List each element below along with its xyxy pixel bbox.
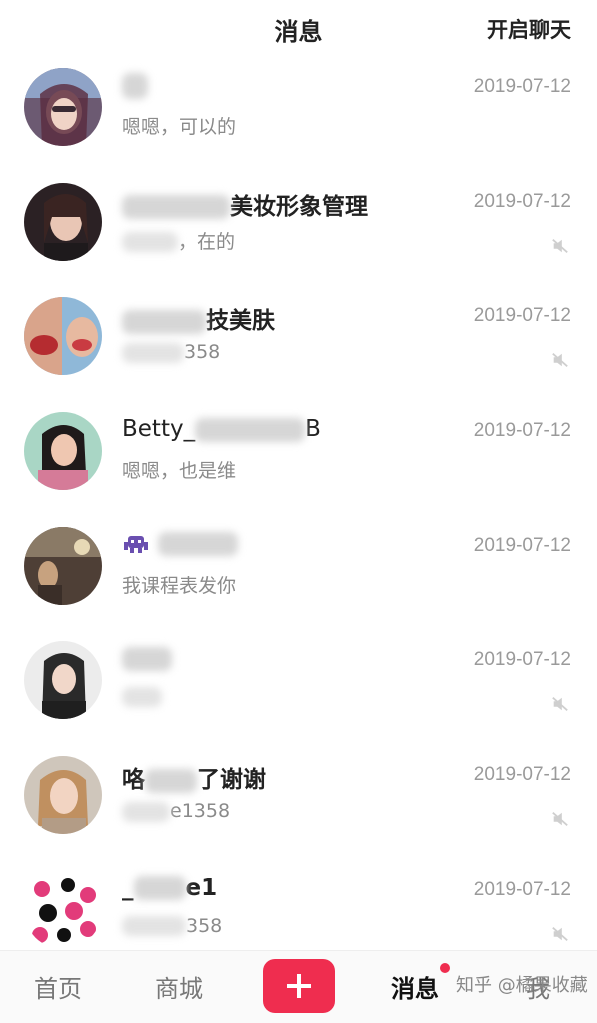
avatar xyxy=(24,297,102,376)
redacted-name xyxy=(122,72,148,99)
conversation-row[interactable]: 咯了谢谢 e1358 2019-07-12 xyxy=(0,736,597,851)
conversation-message: ，在的 xyxy=(122,227,235,254)
notification-dot xyxy=(440,963,450,973)
redacted-text xyxy=(122,232,178,253)
mute-icon xyxy=(552,812,568,827)
tab-mall[interactable]: 商城 xyxy=(155,969,203,1004)
mute-icon xyxy=(552,926,568,941)
conversation-name xyxy=(122,645,172,671)
conversation-row[interactable]: _ e1 358 2019-07-12 xyxy=(0,851,597,966)
conversation-date: 2019-07-12 xyxy=(473,76,571,97)
tab-home[interactable]: 首页 xyxy=(34,969,82,1004)
avatar xyxy=(24,526,102,605)
conversation-message: 嗯嗯，可以的 xyxy=(122,116,237,138)
redacted-text xyxy=(122,801,170,822)
redacted-name xyxy=(133,876,186,901)
conversation-list: 嗯嗯，可以的 2019-07-12 美妆形象管理 ，在的 2019-07-12 xyxy=(0,48,597,966)
conversation-row[interactable]: 2019-07-12 xyxy=(0,621,597,736)
conversation-name: Betty_ B xyxy=(122,416,321,443)
conversation-name xyxy=(122,72,148,99)
conversation-name: 技美肤 xyxy=(122,301,275,335)
conversation-row[interactable]: 嗯嗯，可以的 2019-07-12 xyxy=(0,48,597,163)
plus-icon xyxy=(287,974,311,998)
mute-icon xyxy=(552,697,568,712)
conversation-message xyxy=(122,685,162,707)
redacted-name xyxy=(122,646,172,671)
redacted-name xyxy=(158,532,239,557)
conversation-date: 2019-07-12 xyxy=(473,764,571,786)
redacted-name xyxy=(122,309,206,334)
bottom-tab-bar: 首页 商城 消息 我 知乎 @橘果收藏 xyxy=(0,950,597,1023)
space-invader-icon xyxy=(124,536,148,554)
mute-icon xyxy=(552,238,568,253)
conversation-row[interactable]: 技美肤 358 2019-07-12 xyxy=(0,277,597,392)
avatar xyxy=(24,68,102,146)
conversation-date: 2019-07-12 xyxy=(473,534,571,556)
avatar xyxy=(24,182,102,261)
redacted-name xyxy=(145,768,197,793)
conversation-date: 2019-07-12 xyxy=(473,305,571,327)
conversation-name: _ e1 xyxy=(122,874,218,901)
avatar xyxy=(24,870,102,949)
conversation-name xyxy=(122,531,239,557)
redacted-name xyxy=(122,195,230,220)
conversation-date: 2019-07-12 xyxy=(473,190,571,212)
create-post-button[interactable] xyxy=(263,959,335,1013)
redacted-text xyxy=(122,916,186,937)
conversation-date: 2019-07-12 xyxy=(473,878,571,900)
conversation-message: 嗯嗯，也是维 xyxy=(122,460,237,483)
conversation-row[interactable]: 美妆形象管理 ，在的 2019-07-12 xyxy=(0,163,597,278)
conversation-date: 2019-07-12 xyxy=(473,420,571,442)
conversation-row[interactable]: Betty_ B 嗯嗯，也是维 2019-07-12 xyxy=(0,392,597,507)
avatar xyxy=(24,641,102,720)
conversation-row[interactable]: 我课程表发你 2019-07-12 xyxy=(0,507,597,622)
start-chat-button[interactable]: 开启聊天 xyxy=(487,14,571,44)
conversation-name: 美妆形象管理 xyxy=(122,187,368,221)
watermark: 知乎 @橘果收藏 xyxy=(456,975,588,996)
conversation-message: 358 xyxy=(122,341,220,363)
conversation-message: e1358 xyxy=(122,800,230,822)
tab-messages[interactable]: 消息 xyxy=(391,969,439,1004)
mute-icon xyxy=(552,353,568,368)
conversation-name: 咯了谢谢 xyxy=(122,767,266,794)
avatar xyxy=(24,756,102,835)
conversation-date: 2019-07-12 xyxy=(473,649,571,671)
conversation-message: 我课程表发你 xyxy=(122,574,237,597)
redacted-name xyxy=(195,417,306,442)
redacted-text xyxy=(122,342,184,363)
redacted-text xyxy=(122,686,162,707)
conversation-message: 358 xyxy=(122,915,222,937)
avatar xyxy=(24,412,102,491)
